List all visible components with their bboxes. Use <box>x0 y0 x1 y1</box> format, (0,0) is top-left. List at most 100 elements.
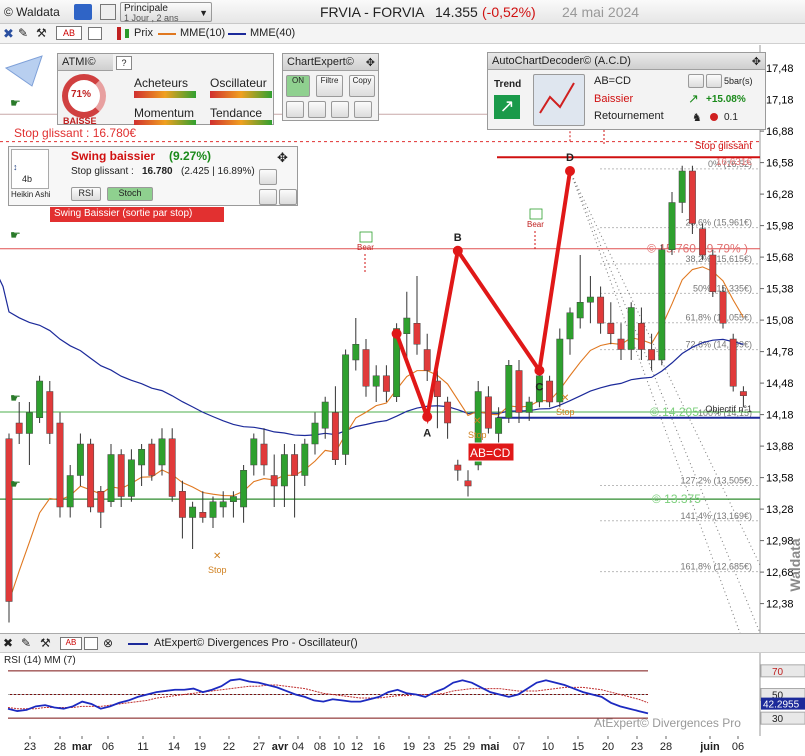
x-tick-label: 10 <box>542 741 554 753</box>
objective-label: Objectif n°1 <box>705 404 752 414</box>
candle-body <box>15 422 23 434</box>
swing-line-label: Stop glissant : <box>71 166 134 177</box>
abcd-point <box>565 166 575 176</box>
osc-pen-icon[interactable]: ✎ <box>21 636 31 650</box>
swing-move-icon[interactable]: ✥ <box>277 150 288 166</box>
swing-line-detail: (2.425 | 16.89%) <box>181 166 255 177</box>
atmi-bar-oscillateur <box>210 91 272 98</box>
chart-icon[interactable] <box>308 101 326 118</box>
candle-body <box>321 401 329 429</box>
candle-body <box>199 512 207 518</box>
x-tick-label: 28 <box>54 741 66 753</box>
abcd-point-label: C <box>535 382 543 394</box>
settings-icon[interactable] <box>88 27 102 40</box>
move-icon[interactable]: ✥ <box>366 56 375 69</box>
candle-body <box>597 296 605 324</box>
candle-body <box>739 391 747 396</box>
candle-body <box>270 475 278 487</box>
candle-body <box>148 443 156 476</box>
stoch-button-label: Stoch <box>118 188 142 198</box>
gear-icon[interactable] <box>331 101 349 118</box>
x-tick-label: 08 <box>314 741 326 753</box>
chart-app: © Waldata Principale 1 Jour , 2 ans ▼ FR… <box>0 0 805 756</box>
acd-move-icon[interactable]: ✥ <box>752 55 761 68</box>
atmi-bar-tendance <box>210 120 272 125</box>
atmi-title: ATMI© <box>58 54 113 71</box>
acd-direction: Baissier <box>594 93 634 105</box>
candle-body <box>5 438 13 602</box>
swing-chart2-icon[interactable] <box>279 189 297 205</box>
stop-label: Stop glissant : 16.780€ <box>14 126 136 140</box>
abc-icon[interactable]: AB <box>56 26 82 40</box>
candle-body <box>382 375 390 392</box>
candle-body <box>699 228 707 256</box>
acd-next-button[interactable] <box>706 74 722 88</box>
toolbar: ✖ ✎ ⚒ AB Prix MME(10) MME(40) <box>0 24 805 44</box>
stoch-button[interactable]: Stoch <box>107 187 153 201</box>
osc-current-label: 42.2955 <box>763 700 800 711</box>
rsi-button[interactable]: RSI <box>71 187 101 201</box>
osc-close-icon[interactable]: ⊗ <box>103 636 113 650</box>
compass-icon[interactable]: ⚒ <box>36 26 47 40</box>
osc-tools-icon[interactable]: ✖ <box>3 636 13 650</box>
ribbon-toggle[interactable] <box>2 52 48 92</box>
osc-window-icon[interactable] <box>84 637 98 650</box>
heikin-ashi-icon[interactable]: ↕ 4b <box>11 149 49 189</box>
x-tick-label: 28 <box>660 741 672 753</box>
osc-scale-label: 70 <box>772 667 784 678</box>
acd-pattern-thumbnail[interactable] <box>533 74 585 126</box>
candle-body <box>168 438 176 497</box>
ticker: FRVIA - FORVIA <box>320 4 425 20</box>
wrench-icon[interactable] <box>286 101 304 118</box>
y-tick-label: 16,28 <box>766 189 794 201</box>
stop-marker-icon: ✕ <box>473 416 481 427</box>
abcd-point <box>391 328 402 339</box>
swing-line-value: 16.780 <box>142 166 173 177</box>
chartexpert-filtre-button[interactable]: Filtre <box>316 75 343 97</box>
candle-body <box>515 370 523 413</box>
legend-mme40: MME(40) <box>250 27 296 39</box>
acd-prev-button[interactable] <box>688 74 704 88</box>
pointer-icon: ☛ <box>10 96 21 110</box>
y-tick-label: 15,98 <box>766 221 794 233</box>
swing-badge: 4b <box>22 174 33 184</box>
osc-compass-icon[interactable]: ⚒ <box>40 636 51 650</box>
layout-icon[interactable] <box>100 4 116 20</box>
x-tick-label: 12 <box>351 741 363 753</box>
price-chart[interactable]: 17,48 17,18 16,88 16,58 16,28 15,98 15,68 15,38… <box>0 45 805 633</box>
candle-body <box>566 312 574 340</box>
pencil-icon[interactable] <box>354 101 372 118</box>
candle-body <box>464 480 472 487</box>
period-selector[interactable]: Principale 1 Jour , 2 ans ▼ <box>120 2 212 23</box>
candle-body <box>291 454 299 476</box>
x-tick-label: 15 <box>572 741 584 753</box>
tools-icon[interactable]: ✖ <box>3 26 14 42</box>
pen-icon[interactable]: ✎ <box>18 26 28 40</box>
heikin-label: Heikin Ashi <box>11 190 51 199</box>
atmi-percent: 71% <box>71 89 92 100</box>
stop-right-label: Stop glissant <box>695 141 752 152</box>
swing-tool-icon[interactable] <box>259 169 277 185</box>
candle-body <box>301 443 309 476</box>
chartexpert-on-button[interactable]: ON <box>286 75 310 97</box>
swing-chart-icon[interactable] <box>259 189 277 205</box>
bear-icon <box>529 208 543 220</box>
atmi-bar-momentum <box>134 120 196 125</box>
y-tick-label: 17,48 <box>766 63 794 75</box>
pointer-icon: ☛ <box>10 477 21 491</box>
abcd-point <box>452 245 463 256</box>
atmi-help-icon[interactable]: ? <box>116 56 132 70</box>
bear-label: Bear <box>357 243 374 252</box>
candle-body <box>209 501 217 518</box>
acd-bell-icon[interactable]: ♞ <box>692 111 702 124</box>
app-title: © Waldata <box>4 5 60 19</box>
acd-panel: AutoChartDecoder© (A.C.D) ✥ Trend ↗ AB=C… <box>487 52 766 130</box>
chartexpert-copy-button[interactable]: Copy <box>349 75 375 97</box>
osc-abc-icon[interactable]: AB <box>60 637 82 650</box>
chartexpert-copy-label: Copy <box>352 76 372 85</box>
x-axis: 23 28 mar 06 11 14 19 22 27 avr 04 08 10 12 16 19 23 25 29… <box>0 736 805 756</box>
book-icon[interactable] <box>74 4 92 20</box>
y-tick-label: 15,38 <box>766 284 794 296</box>
acd-bars: 5bar(s) <box>724 76 753 86</box>
pointer-icon: ☛ <box>10 391 21 405</box>
